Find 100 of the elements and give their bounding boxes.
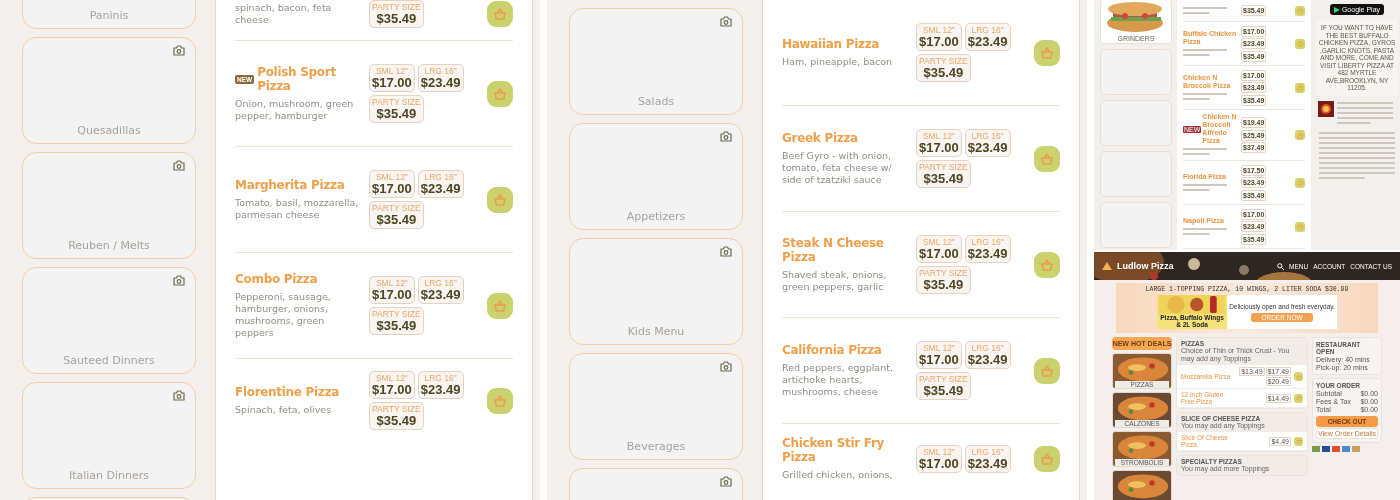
item-description: Grilled chicken, onions,: [782, 469, 894, 481]
item-description: Ham, pineapple, bacon: [782, 56, 894, 68]
category-card[interactable]: Kids Menu: [569, 238, 743, 345]
basket-icon: [1040, 45, 1054, 60]
deal-card[interactable]: [1112, 470, 1172, 500]
add-to-cart-button[interactable]: [1034, 145, 1060, 172]
category-card[interactable]: [1100, 151, 1172, 197]
basket-icon: [1295, 395, 1302, 401]
description-lines-drawing: [1183, 226, 1227, 237]
price-tag: LRG 16" $23.49: [417, 170, 464, 198]
payment-icons-drawing: [1312, 446, 1362, 452]
category-card[interactable]: Salads: [569, 8, 743, 115]
price-tag: SML 12" $17.00: [916, 129, 962, 157]
add-to-cart-button[interactable]: [487, 292, 513, 319]
add-to-cart-button[interactable]: [1034, 357, 1060, 384]
price-tag: PARTY SIZE $35.49: [369, 0, 424, 28]
price-tag: SML 12" $17.00: [916, 341, 962, 369]
category-card[interactable]: Appetizers: [569, 123, 743, 230]
play-icon: [1333, 6, 1340, 13]
category-label: Quesadillas: [77, 124, 141, 137]
basket-icon: [1296, 179, 1304, 186]
category-card[interactable]: Quesadillas: [22, 37, 196, 144]
basket-icon: [1040, 451, 1054, 466]
category-label: Paninis: [89, 9, 129, 22]
add-to-cart-button[interactable]: [1295, 82, 1305, 93]
camera-icon: [720, 131, 732, 142]
category-card[interactable]: [1100, 100, 1172, 146]
price-tag: PARTY SIZE $35.49: [916, 266, 971, 294]
add-to-cart-button[interactable]: [1295, 130, 1305, 140]
description-lines-drawing: [1183, 5, 1227, 16]
price-tag: PARTY SIZE $35.49: [916, 54, 971, 82]
item-name: California Pizza: [782, 343, 882, 357]
add-to-cart-button[interactable]: [1295, 5, 1305, 16]
item-description: Shaved steak, onions, green peppers, garlic: [782, 269, 888, 293]
add-to-cart-button[interactable]: [1295, 221, 1305, 232]
item-name: Polish Sport Pizza: [257, 65, 337, 93]
category-label: Kids Menu: [627, 325, 685, 338]
basket-icon: [1040, 257, 1054, 272]
basket-icon: [1296, 223, 1304, 230]
add-to-cart-button[interactable]: [487, 80, 513, 107]
logo-icon: [1102, 261, 1112, 271]
category-card[interactable]: Sauteed Dinners: [22, 267, 196, 374]
price-tag: LRG 16" $23.49: [417, 371, 464, 399]
add-to-cart-button[interactable]: [1294, 372, 1303, 381]
add-to-cart-button[interactable]: [1034, 445, 1060, 472]
price-tag: LRG 16" $23.49: [964, 444, 1011, 473]
add-to-cart-button[interactable]: [487, 387, 513, 414]
paragraph-lines-drawing: [1337, 100, 1393, 126]
basket-icon: [1296, 84, 1304, 91]
category-card[interactable]: Reuben / Melts: [22, 152, 196, 259]
basket-icon: [493, 393, 507, 408]
add-to-cart-button[interactable]: [1034, 251, 1060, 278]
add-to-cart-button[interactable]: [1294, 393, 1303, 403]
price-tag: SML 12" $17.00: [369, 170, 415, 198]
basket-icon: [1296, 40, 1304, 47]
add-to-cart-button[interactable]: [1294, 436, 1303, 446]
add-to-cart-button[interactable]: [1034, 39, 1060, 66]
search-icon[interactable]: [1277, 262, 1285, 270]
price-tag: LRG 16" $23.49: [417, 276, 464, 304]
item-description: Spinach, feta, olives: [235, 404, 333, 416]
item-description: Pepperoni, sausage, hamburger, onions, mushrooms, green peppers: [235, 291, 332, 339]
category-card[interactable]: Beverages: [569, 353, 743, 460]
price-tag: SML 12" $17.00: [369, 276, 415, 304]
site-brand: Ludlow Pizza: [1117, 261, 1174, 271]
add-to-cart-button[interactable]: [487, 186, 513, 213]
basket-icon: [1040, 363, 1054, 378]
category-card[interactable]: [1100, 49, 1172, 95]
camera-icon: [173, 390, 185, 401]
item-description: Red peppers, eggplant, artichoke hearts, mushrooms, cheese: [782, 362, 894, 398]
item-name: Florentine Pizza: [235, 385, 340, 399]
description-lines-drawing: [1183, 47, 1227, 58]
category-card[interactable]: [1100, 202, 1172, 248]
price-tag: PARTY SIZE $35.49: [369, 402, 424, 430]
camera-icon: [173, 45, 185, 56]
category-label: Salads: [637, 95, 675, 108]
price-tag: LRG 16" $23.49: [964, 341, 1011, 369]
price-tag: LRG 16" $23.49: [417, 64, 464, 92]
category-card[interactable]: Italian Dinners: [22, 382, 196, 489]
camera-icon: [720, 16, 732, 27]
add-to-cart-button[interactable]: [487, 1, 513, 27]
category-card[interactable]: Paninis: [22, 0, 196, 29]
basket-icon: [1296, 131, 1304, 139]
item-name: Margherita Pizza: [235, 178, 345, 192]
category-label: Italian Dinners: [68, 469, 150, 482]
camera-icon: [173, 275, 185, 286]
add-to-cart-button[interactable]: [1295, 177, 1305, 188]
add-to-cart-button[interactable]: [1295, 38, 1305, 49]
basket-icon: [1295, 373, 1302, 380]
price-tag: PARTY SIZE $35.49: [916, 372, 971, 400]
item-name: Steak N Cheese Pizza: [782, 236, 885, 264]
restaurant-logo: [1318, 100, 1334, 117]
basket-icon: [493, 7, 507, 21]
price-tag: LRG 16" $23.49: [964, 23, 1011, 51]
price-tag: SML 12" $17.00: [916, 23, 962, 51]
price-tag: LRG 16" $23.49: [964, 235, 1011, 263]
item-name: Chicken Stir Fry Pizza: [782, 436, 886, 464]
basket-icon: [1296, 7, 1304, 14]
price-tag: SML 12" $17.00: [916, 444, 962, 473]
item-description: Beef Gyro - with onion, tomato, feta cheese w/ side of tzatziki sauce: [782, 150, 893, 186]
price-tag: PARTY SIZE $35.49: [916, 160, 971, 188]
